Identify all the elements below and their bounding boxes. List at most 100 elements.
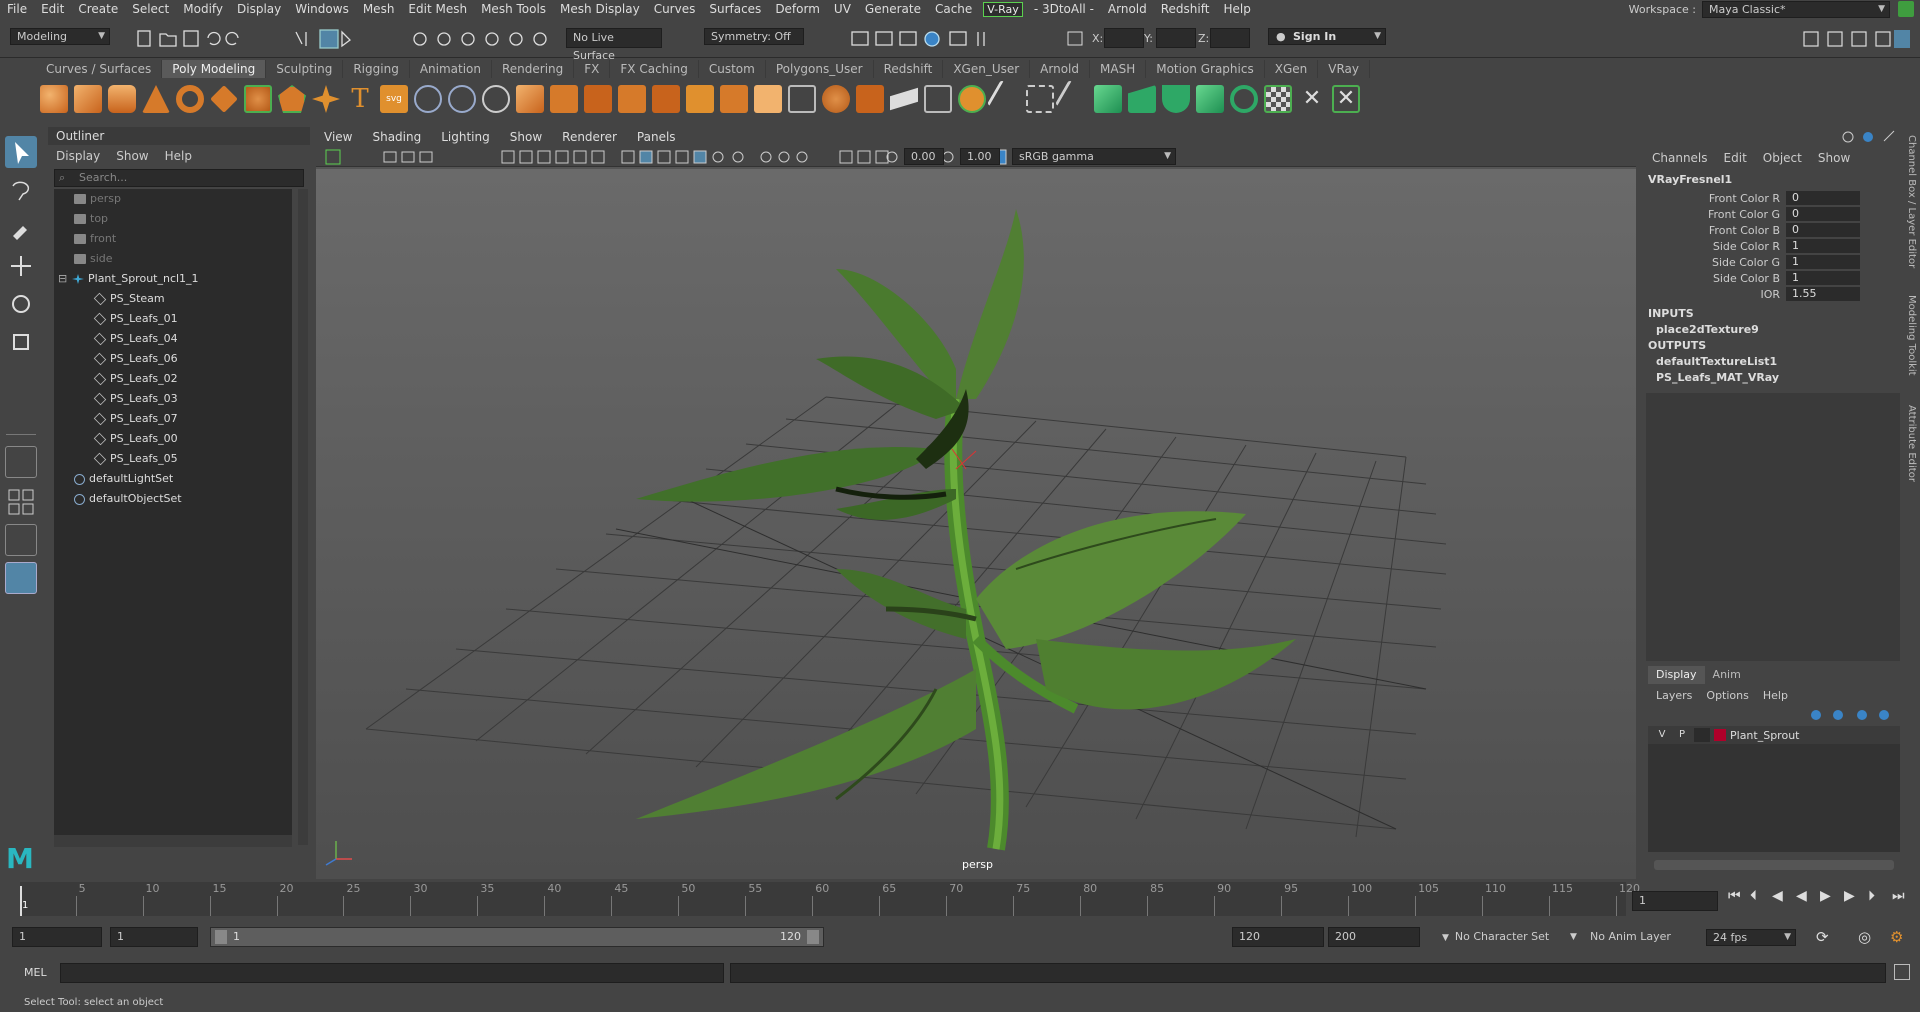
- lasso-tool-icon[interactable]: [5, 174, 37, 206]
- viewport-menu-view[interactable]: View: [324, 130, 352, 144]
- outliner-item[interactable]: PS_Leafs_04: [54, 329, 292, 349]
- append-polygon-icon[interactable]: [618, 85, 646, 113]
- gate-mask-icon[interactable]: [555, 150, 569, 164]
- wireframe-on-shaded-icon[interactable]: [675, 150, 689, 164]
- undo-icon[interactable]: [207, 31, 221, 46]
- layer-display-type[interactable]: [1694, 728, 1710, 742]
- bookmark-icon[interactable]: [401, 151, 415, 163]
- outliner-layout-icon[interactable]: [5, 562, 37, 594]
- wireframe-icon[interactable]: [621, 150, 635, 164]
- playback-start-field[interactable]: 1: [110, 927, 198, 947]
- cut-uv-icon[interactable]: [924, 85, 952, 113]
- vray-render-icon[interactable]: [924, 31, 940, 47]
- anti-aliasing-icon[interactable]: [796, 151, 808, 163]
- gamma-icon[interactable]: [942, 151, 954, 163]
- outliner-item[interactable]: persp: [54, 189, 292, 209]
- menu-edit-mesh[interactable]: Edit Mesh: [401, 2, 474, 16]
- exposure-field[interactable]: 0.00: [904, 148, 944, 165]
- shadows-icon[interactable]: [732, 151, 744, 163]
- channel-box-menu-show[interactable]: Show: [1818, 151, 1850, 167]
- attribute-value-field[interactable]: 1: [1786, 239, 1860, 253]
- shelf-tab-curves-surfaces[interactable]: Curves / Surfaces: [36, 60, 163, 78]
- viewport-menu-show[interactable]: Show: [510, 130, 542, 144]
- menu-3dtoall[interactable]: - 3DtoAll -: [1027, 2, 1101, 16]
- outliner-item[interactable]: defaultObjectSet: [54, 489, 292, 509]
- poly-plane-icon[interactable]: [210, 85, 238, 113]
- layer-editor-scrollbar[interactable]: [1654, 860, 1894, 870]
- anim-layer-dropdown[interactable]: ▼ No Anim Layer: [1566, 927, 1678, 947]
- menu-redshift[interactable]: Redshift: [1154, 2, 1217, 16]
- outliner-item[interactable]: PS_Leafs_05: [54, 449, 292, 469]
- motion-blur-icon[interactable]: [778, 151, 790, 163]
- move-layer-down-icon[interactable]: [1833, 710, 1843, 720]
- extrude-icon[interactable]: [516, 85, 544, 113]
- menu-file[interactable]: File: [0, 2, 34, 16]
- attribute-label[interactable]: Side Color R: [1642, 240, 1786, 253]
- step-forward-icon[interactable]: ⏵: [1868, 888, 1875, 904]
- y-field[interactable]: [1156, 28, 1196, 48]
- textured-icon[interactable]: [693, 150, 707, 164]
- outliner-item[interactable]: PS_Leafs_00: [54, 429, 292, 449]
- grid-icon[interactable]: [501, 150, 515, 164]
- snap-point-icon[interactable]: [461, 32, 475, 46]
- menu-edit[interactable]: Edit: [34, 2, 71, 16]
- planar-map-icon[interactable]: [856, 85, 884, 113]
- outliner-item[interactable]: front: [54, 229, 292, 249]
- bridge-icon[interactable]: [550, 85, 578, 113]
- isolate-select-icon[interactable]: [839, 150, 853, 164]
- green-shell-icon[interactable]: [1162, 85, 1190, 113]
- outliner-vertical-scrollbar[interactable]: [298, 189, 308, 845]
- menu-arnold[interactable]: Arnold: [1101, 2, 1154, 16]
- boolean-icon[interactable]: [720, 85, 748, 113]
- shelf-tab-sculpting[interactable]: Sculpting: [266, 60, 344, 78]
- layer-menu-options[interactable]: Options: [1706, 689, 1748, 702]
- select-camera-icon[interactable]: [325, 149, 341, 165]
- poly-cylinder-icon[interactable]: [108, 85, 136, 113]
- character-set-dropdown[interactable]: ▼ No Character Set: [1432, 927, 1584, 947]
- outliner-item[interactable]: PS_Leafs_01: [54, 309, 292, 329]
- channel-box-toggle-icon[interactable]: [1875, 31, 1891, 47]
- outliner-item[interactable]: PS_Leafs_02: [54, 369, 292, 389]
- outliner-item[interactable]: PS_Leafs_06: [54, 349, 292, 369]
- command-input[interactable]: [60, 963, 724, 983]
- collapse-icon[interactable]: ⊟: [58, 269, 67, 289]
- separate-icon[interactable]: [448, 85, 476, 113]
- range-slider-bar[interactable]: 1 120: [210, 927, 824, 947]
- paint-weights-icon[interactable]: [986, 79, 1026, 119]
- menu-surfaces[interactable]: Surfaces: [702, 2, 768, 16]
- outliner-item[interactable]: PS_Steam: [54, 289, 292, 309]
- save-scene-icon[interactable]: [183, 30, 199, 47]
- refresh-icon[interactable]: [1863, 132, 1873, 142]
- resolution-gate-icon[interactable]: [537, 150, 551, 164]
- side-tab-channel-box[interactable]: Channel Box / Layer Editor: [1906, 135, 1917, 268]
- x-field[interactable]: [1104, 28, 1144, 48]
- tab-anim[interactable]: Anim: [1705, 666, 1749, 684]
- step-back-key-icon[interactable]: ◀: [1772, 888, 1783, 904]
- combine-icon[interactable]: [414, 85, 442, 113]
- colorspace-dropdown[interactable]: sRGB gamma ▼: [1012, 148, 1176, 165]
- menu-create[interactable]: Create: [71, 2, 125, 16]
- outliner-menu-help[interactable]: Help: [165, 149, 192, 163]
- cross-boxed-icon[interactable]: ✕: [1332, 85, 1360, 113]
- shelf-tab-motion-graphics[interactable]: Motion Graphics: [1146, 60, 1265, 78]
- workspace-dropdown[interactable]: Maya Classic* ▼: [1702, 1, 1890, 18]
- render-frame-icon[interactable]: [875, 31, 893, 46]
- symmetry-dropdown[interactable]: Symmetry: Off: [704, 28, 804, 45]
- new-layer-from-selected-icon[interactable]: [1879, 710, 1889, 720]
- menu-curves[interactable]: Curves: [647, 2, 703, 16]
- menu-display[interactable]: Display: [230, 2, 288, 16]
- range-slider-end-handle[interactable]: [807, 930, 819, 944]
- screen-space-ao-icon[interactable]: [760, 151, 772, 163]
- input-node[interactable]: place2dTexture9: [1642, 322, 1904, 338]
- attribute-label[interactable]: Front Color R: [1642, 192, 1786, 205]
- viewport-menu-panels[interactable]: Panels: [637, 130, 676, 144]
- menu-select[interactable]: Select: [125, 2, 176, 16]
- multi-cut-icon[interactable]: [686, 85, 714, 113]
- side-tab-attribute-editor[interactable]: Attribute Editor: [1906, 405, 1917, 482]
- menu-deform[interactable]: Deform: [768, 2, 827, 16]
- snap-together-icon[interactable]: [533, 32, 547, 46]
- channel-box-menu-object[interactable]: Object: [1763, 151, 1802, 167]
- fill-hole-icon[interactable]: [652, 85, 680, 113]
- expand-icon[interactable]: [1883, 130, 1895, 142]
- lock-icon[interactable]: [1898, 1, 1914, 17]
